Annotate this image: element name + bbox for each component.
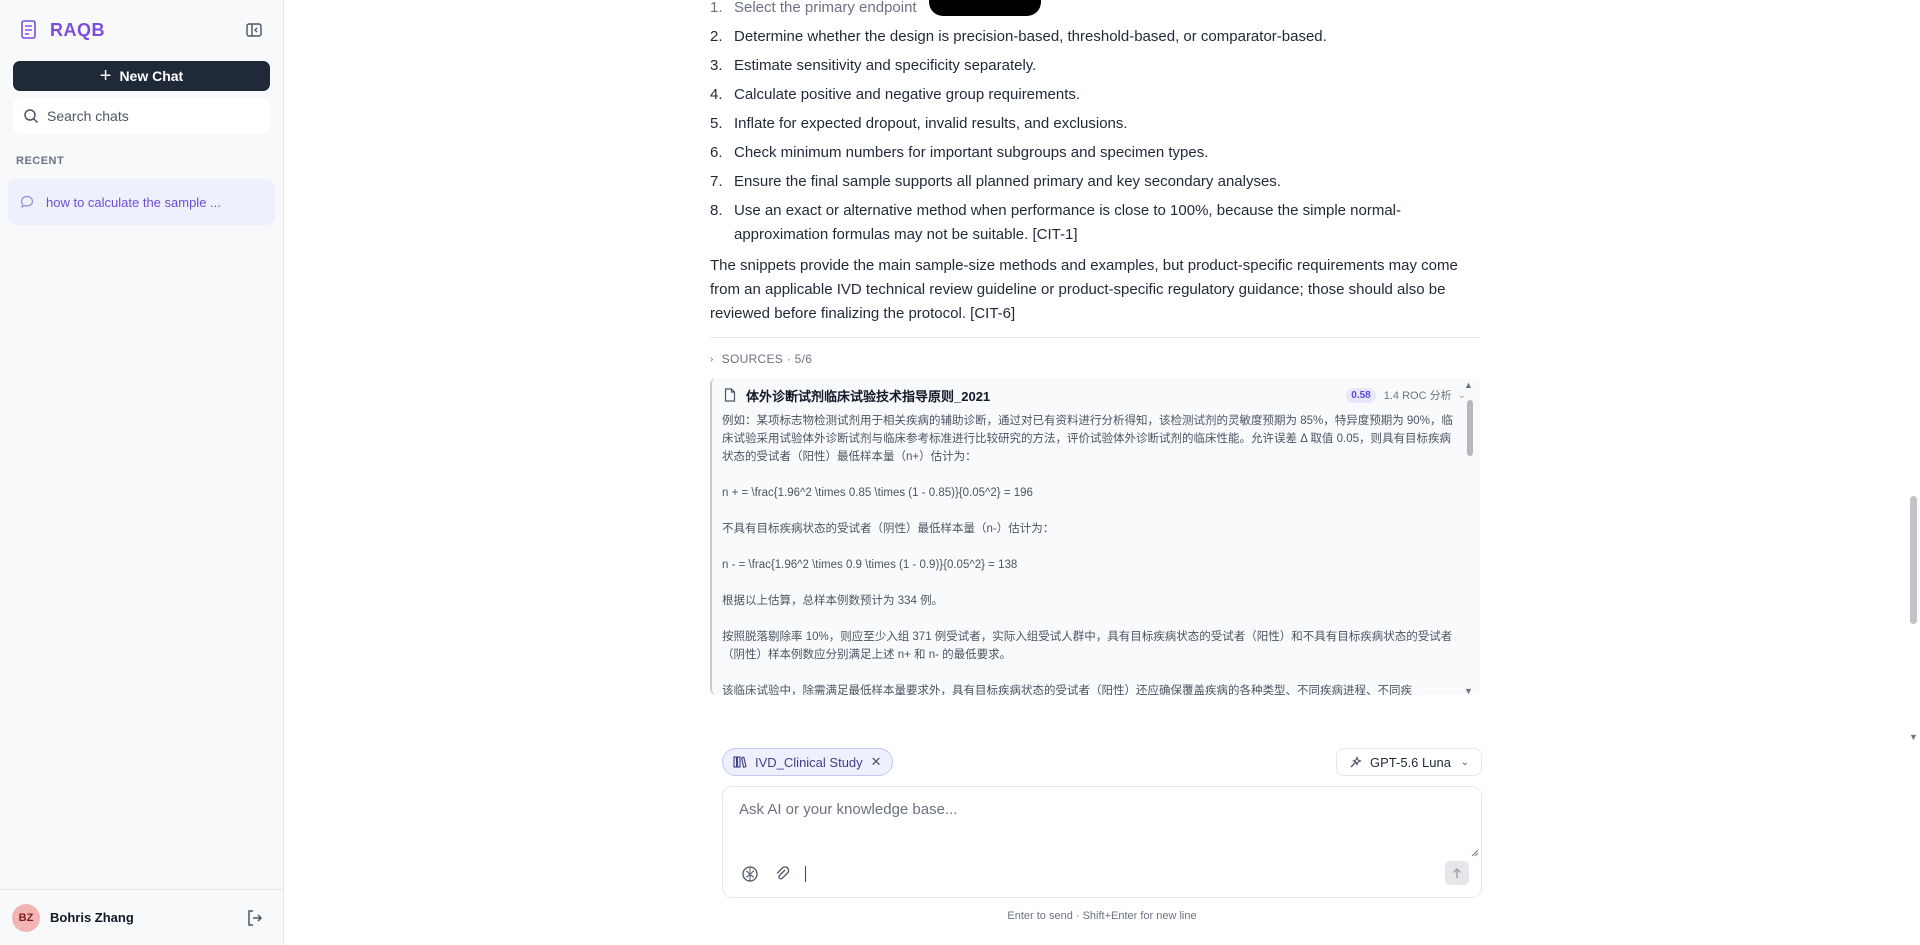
new-chat-label: New Chat [119,68,184,84]
steps-list: 1. Select the primary endpoint 2. Determin… [710,0,1480,247]
list-item: 8. Use an exact or alternative method whe… [710,202,1402,243]
chevron-down-icon: ⌄ [1460,756,1469,768]
model-name: GPT-5.6 Luna [1370,754,1451,770]
arrow-up-icon [1452,867,1462,878]
answer-paragraph: The snippets provide the main sample-siz… [710,257,1458,322]
redaction-mask [929,0,1041,16]
app-name: RAQB [50,19,105,40]
source-section: 1.4 ROC 分析 [1383,390,1452,402]
paperclip-icon[interactable] [773,865,791,883]
knowledge-base-name: IVD_Clinical Study [755,754,863,770]
recent-section-label: RECENT [16,155,65,167]
user-footer: BZ Bohris Zhang [0,889,283,945]
document-icon [724,388,736,402]
collapse-sidebar-button[interactable] [243,19,265,41]
knowledge-base-chip[interactable]: IVD_Clinical Study ✕ [722,748,893,776]
sidebar: RAQB + New Chat RECENT [0,0,284,945]
scroll-up-icon[interactable]: ▲ [1464,380,1473,390]
relevance-score-badge: 0.58 [1346,387,1376,403]
user-name: Bohris Zhang [50,910,134,925]
list-item: 5. Inflate for expected dropout, invalid … [710,115,1128,132]
composer-hint: Enter to send · Shift+Enter for new line [1007,910,1197,922]
list-item: 3. Estimate sensitivity and specificity s… [710,57,1037,74]
source-title: 体外诊断试剂临床试验技术指导原则_2021 [746,388,991,404]
chat-main: 1. Select the primary endpoint 2. Determin… [284,0,1920,945]
list-item: 4. Calculate positive and negative group … [710,86,1081,103]
message-input[interactable] [739,801,1459,841]
page-scrollbar[interactable]: ▼ [1906,0,1920,945]
list-item: 6. Check minimum numbers for important su… [710,144,1209,161]
plus-icon: + [99,65,112,87]
divider [710,337,1480,338]
resize-handle-icon[interactable] [1471,849,1479,857]
remove-chip-icon[interactable]: ✕ [871,754,882,770]
book-logo-icon [21,20,36,39]
search-icon [24,109,39,124]
library-icon [733,756,747,769]
scrollbar-thumb[interactable] [1467,400,1473,456]
avatar[interactable]: BZ [12,903,40,932]
list-item: 2. Determine whether the design is precis… [710,28,1327,45]
source-card-header[interactable]: 体外诊断试剂临床试验技术指导原则_2021 0.58 1.4 ROC 分析 ⌄ [712,378,1480,412]
sources-toggle[interactable]: › SOURCES · 5/6 [710,352,1480,366]
snippet-scrollbar[interactable]: ▲ ▼ [1464,380,1476,695]
sources-label: SOURCES · 5/6 [721,352,813,366]
model-icon [1350,755,1362,767]
page-scrollbar-thumb[interactable] [1910,496,1917,624]
chat-title: how to calculate the sample ... [46,194,221,210]
scroll-down-icon[interactable]: ▼ [1464,686,1473,695]
search-chats-box [13,99,270,133]
brand-row: RAQB [0,0,283,60]
text-caret [805,866,806,882]
model-selector[interactable]: GPT-5.6 Luna ⌄ [1336,748,1482,776]
send-button[interactable] [1445,861,1469,885]
sidebar-collapse-icon [246,23,262,37]
source-card: 体外诊断试剂临床试验技术指导原则_2021 0.58 1.4 ROC 分析 ⌄ … [710,378,1480,695]
chat-list-item[interactable]: how to calculate the sample ... [8,179,275,225]
chevron-right-icon: › [710,353,714,365]
list-item: 1. Select the primary endpoint [710,0,917,16]
logout-icon[interactable] [245,908,265,928]
scroll-down-icon[interactable]: ▼ [1909,732,1918,742]
composer-tools [741,865,806,883]
chat-bubble-icon [20,195,34,209]
source-snippet: 例如：某项标志物检测试剂用于相关疾病的辅助诊断，通过对已有资料进行分析得知，该检… [722,415,1453,695]
app-root: RAQB + New Chat RECENT [0,0,1920,945]
message-composer [722,786,1482,898]
brain-icon[interactable] [741,865,759,883]
assistant-message: 1. Select the primary endpoint 2. Determin… [710,0,1480,695]
new-chat-button[interactable]: + New Chat [13,61,270,91]
list-item: 7. Ensure the final sample supports all p… [710,173,1281,190]
search-chats-input[interactable] [47,108,247,124]
